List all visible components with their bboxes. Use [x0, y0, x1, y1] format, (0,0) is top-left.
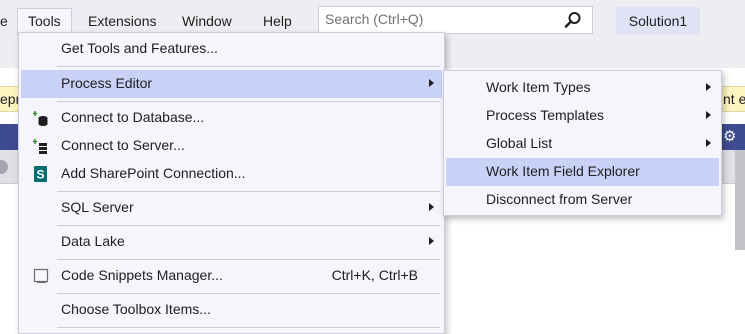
- menu-item-label: Global List: [486, 135, 553, 151]
- submenu-arrow-icon: [429, 79, 434, 87]
- submenu-item-field-explorer[interactable]: Work Item Field Explorer: [446, 158, 719, 186]
- svg-text:S: S: [36, 168, 44, 182]
- status-dot-icon: [0, 160, 8, 174]
- menu-item-label: Choose Toolbox Items...: [61, 301, 211, 317]
- menu-help[interactable]: Help: [253, 8, 302, 34]
- menu-separator: [57, 101, 440, 102]
- submenu-item-work-item-types[interactable]: Work Item Types: [446, 74, 719, 102]
- menu-separator: [57, 293, 440, 294]
- menu-item-label: Connect to Server...: [61, 137, 185, 153]
- search-input[interactable]: Search (Ctrl+Q): [318, 6, 593, 34]
- code-snippets-icon: [33, 268, 49, 283]
- info-bar-text-right[interactable]: nt e: [723, 91, 745, 107]
- menu-separator: [57, 191, 440, 192]
- sharepoint-icon: S: [34, 166, 47, 182]
- menu-item-label: Disconnect from Server: [486, 191, 633, 207]
- search-icon[interactable]: [564, 11, 582, 29]
- menu-item-label: Connect to Database...: [61, 109, 205, 125]
- menu-item-label: Data Lake: [61, 233, 125, 249]
- menu-file-partial[interactable]: e: [0, 8, 18, 34]
- process-editor-submenu: Work Item Types Process Templates Global…: [443, 70, 722, 216]
- menu-item-connect-database[interactable]: Connect to Database...: [21, 104, 442, 132]
- menu-item-sql-server[interactable]: SQL Server: [21, 194, 442, 222]
- submenu-arrow-icon: [706, 83, 711, 91]
- menu-item-label: Code Snippets Manager...: [61, 267, 223, 283]
- menu-extensions[interactable]: Extensions: [78, 8, 166, 34]
- menu-item-label: SQL Server: [61, 199, 134, 215]
- scrollbar[interactable]: [735, 150, 745, 250]
- menu-item-get-tools[interactable]: Get Tools and Features...: [21, 35, 442, 63]
- menu-item-connect-server[interactable]: Connect to Server...: [21, 132, 442, 160]
- submenu-arrow-icon: [706, 111, 711, 119]
- menu-item-add-sharepoint[interactable]: S Add SharePoint Connection...: [21, 160, 442, 188]
- submenu-arrow-icon: [429, 237, 434, 245]
- menu-window[interactable]: Window: [172, 8, 242, 34]
- menu-item-shortcut: Ctrl+K, Ctrl+B: [331, 267, 418, 283]
- gear-icon[interactable]: ⚙: [723, 129, 736, 145]
- database-connect-icon: [33, 111, 48, 126]
- tools-menu: Get Tools and Features... Process Editor…: [18, 32, 445, 334]
- menu-item-data-lake[interactable]: Data Lake: [21, 228, 442, 256]
- menu-item-label: Work Item Types: [486, 79, 591, 95]
- menu-item-code-snippets[interactable]: Code Snippets Manager... Ctrl+K, Ctrl+B: [21, 262, 442, 290]
- menu-separator: [57, 327, 440, 328]
- menu-separator: [57, 225, 440, 226]
- solution-name-badge[interactable]: Solution1: [616, 7, 700, 35]
- menu-item-process-editor[interactable]: Process Editor: [21, 70, 442, 98]
- submenu-item-global-list[interactable]: Global List: [446, 130, 719, 158]
- search-placeholder: Search (Ctrl+Q): [325, 11, 424, 27]
- menu-item-choose-toolbox[interactable]: Choose Toolbox Items...: [21, 296, 442, 324]
- submenu-item-process-templates[interactable]: Process Templates: [446, 102, 719, 130]
- submenu-arrow-icon: [429, 203, 434, 211]
- menu-item-label: Process Editor: [61, 75, 153, 91]
- server-connect-icon: [33, 139, 47, 154]
- menu-item-label: Get Tools and Features...: [61, 40, 218, 56]
- menu-separator: [57, 66, 440, 67]
- menu-item-label: Process Templates: [486, 107, 605, 123]
- submenu-arrow-icon: [706, 139, 711, 147]
- menu-item-label: Work Item Field Explorer: [486, 163, 640, 179]
- menu-separator: [57, 259, 440, 260]
- submenu-item-disconnect[interactable]: Disconnect from Server: [446, 186, 719, 214]
- menu-item-label: Add SharePoint Connection...: [61, 165, 246, 181]
